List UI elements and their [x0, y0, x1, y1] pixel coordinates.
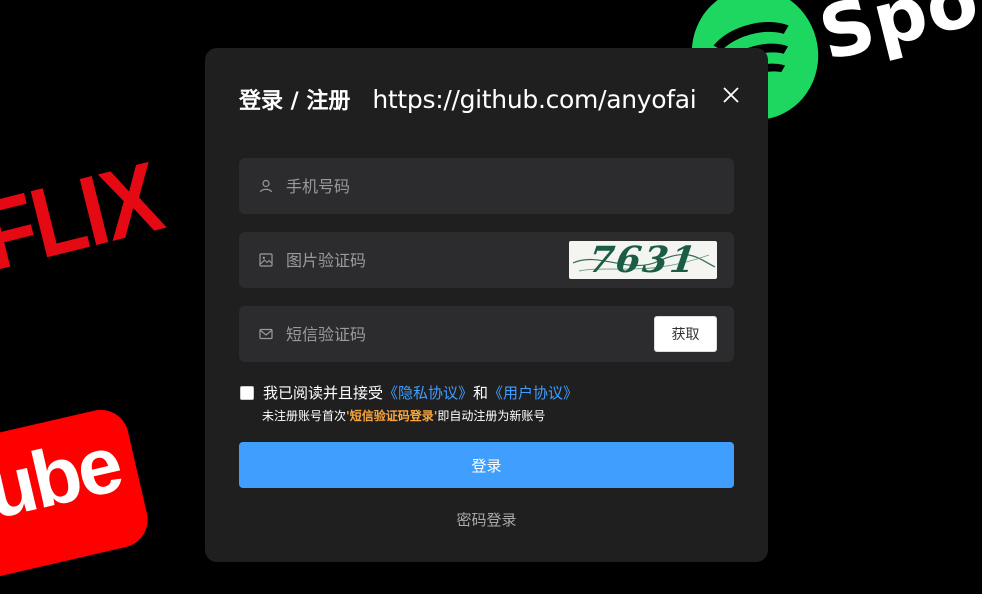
hint-emphasis: '短信验证码登录' — [346, 409, 438, 423]
captcha-text: 7631 — [585, 241, 701, 279]
image-icon — [259, 253, 273, 267]
password-login-link: 密码登录 — [205, 509, 768, 530]
hint-prefix: 未注册账号首次 — [262, 409, 347, 423]
login-button[interactable]: 登录 — [239, 442, 734, 488]
dialog-subtitle: https://github.com/anyofai — [372, 84, 697, 114]
agreement-and: 和 — [473, 384, 489, 402]
agreement-checkbox[interactable] — [240, 385, 254, 400]
dialog-header: 登录 / 注册 https://github.com/anyofai — [239, 82, 744, 116]
close-icon — [723, 87, 739, 103]
close-button[interactable] — [718, 82, 744, 108]
sms-code-field[interactable]: 获取 — [239, 306, 734, 362]
spotify-wordmark: Spot — [811, 0, 982, 79]
dialog-title: 登录 / 注册 — [239, 89, 351, 114]
mail-icon — [259, 327, 273, 341]
captcha-image[interactable]: 7631 — [569, 241, 717, 279]
hint-suffix: 即自动注册为新账号 — [437, 409, 546, 423]
image-code-field[interactable]: 7631 — [239, 232, 734, 288]
netflix-wordmark: FLIX — [0, 141, 171, 293]
user-agreement-link[interactable]: 《用户协议》 — [488, 384, 578, 402]
agreement-row: 我已阅读并且接受《隐私协议》和《用户协议》 — [240, 382, 578, 403]
register-hint: 未注册账号首次'短信验证码登录'即自动注册为新账号 — [262, 407, 545, 424]
password-login-label[interactable]: 密码登录 — [456, 511, 516, 529]
login-dialog: 登录 / 注册 https://github.com/anyofai 手机号码 … — [205, 48, 768, 562]
get-code-button[interactable]: 获取 — [654, 316, 717, 352]
agreement-prefix: 我已阅读并且接受 — [263, 384, 384, 402]
privacy-policy-link[interactable]: 《隐私协议》 — [383, 384, 473, 402]
agreement-text: 我已阅读并且接受《隐私协议》和《用户协议》 — [263, 382, 578, 403]
user-icon — [259, 179, 273, 193]
youtube-wordmark: ube — [0, 418, 128, 536]
phone-input[interactable] — [286, 176, 734, 196]
youtube-logo: ube — [0, 404, 154, 586]
phone-field[interactable] — [239, 158, 734, 214]
page: Spot FLIX ube 登录 / 注册 https://github.com… — [0, 0, 982, 594]
